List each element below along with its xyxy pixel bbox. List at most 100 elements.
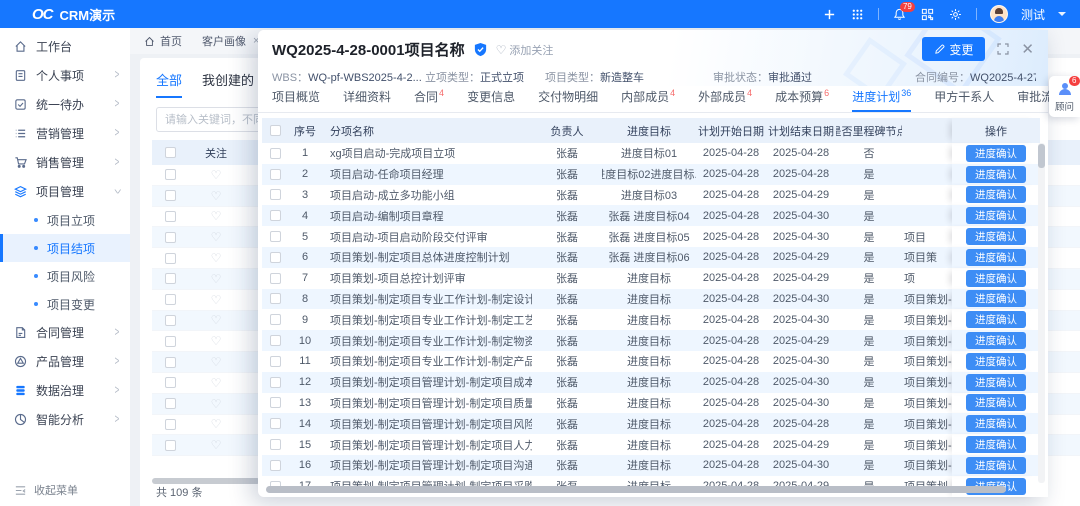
tab-external-members[interactable]: 外部成员4 — [698, 88, 752, 112]
filter-tab-all[interactable]: 全部 — [156, 70, 182, 98]
sidebar-item-project-risk[interactable]: 项目风险 — [0, 262, 130, 290]
row-checkbox[interactable] — [270, 377, 281, 388]
row-checkbox[interactable] — [270, 460, 281, 471]
row-checkbox[interactable] — [270, 335, 281, 346]
page-tab-customer-profile[interactable]: 客户画像× — [202, 33, 259, 49]
favorite-heart-icon[interactable]: ♡ — [188, 189, 244, 203]
apps-grid-icon[interactable] — [850, 7, 865, 22]
row-checkbox[interactable] — [165, 377, 176, 388]
sidebar-item-product-mgmt[interactable]: 产品管理> — [0, 347, 130, 376]
progress-confirm-button[interactable]: 进度确认 — [966, 457, 1026, 474]
favorite-heart-icon[interactable]: ♡ — [188, 168, 244, 182]
progress-confirm-button[interactable]: 进度确认 — [966, 207, 1026, 224]
progress-confirm-button[interactable]: 进度确认 — [966, 415, 1026, 432]
row-checkbox[interactable] — [270, 418, 281, 429]
row-checkbox[interactable] — [165, 357, 176, 368]
select-all-checkbox[interactable] — [165, 147, 176, 158]
vertical-scrollbar-track[interactable] — [1038, 143, 1045, 483]
close-icon[interactable]: ✕ — [1021, 42, 1034, 57]
row-checkbox[interactable] — [270, 356, 281, 367]
row-checkbox[interactable] — [270, 397, 281, 408]
favorite-heart-icon[interactable]: ♡ — [188, 209, 244, 223]
row-checkbox[interactable] — [165, 398, 176, 409]
row-checkbox[interactable] — [270, 231, 281, 242]
progress-confirm-button[interactable]: 进度确认 — [966, 270, 1026, 287]
user-avatar[interactable] — [990, 5, 1008, 23]
row-checkbox[interactable] — [165, 232, 176, 243]
qr-layout-icon[interactable] — [920, 7, 935, 22]
tab-schedule-plan[interactable]: 进度计划36 — [852, 88, 911, 112]
sidebar-item-project-change[interactable]: 项目变更 — [0, 290, 130, 318]
favorite-heart-icon[interactable]: ♡ — [188, 397, 244, 411]
row-checkbox[interactable] — [165, 294, 176, 305]
row-checkbox[interactable] — [270, 148, 281, 159]
sidebar-item-project-mgmt[interactable]: 项目管理> — [0, 177, 130, 206]
row-checkbox[interactable] — [165, 190, 176, 201]
user-name[interactable]: 测试 — [1021, 6, 1045, 23]
progress-confirm-button[interactable]: 进度确认 — [966, 394, 1026, 411]
progress-confirm-button[interactable]: 进度确认 — [966, 353, 1026, 370]
tab-stakeholders[interactable]: 甲方干系人 — [934, 88, 994, 112]
chevron-down-icon[interactable] — [1058, 12, 1066, 16]
favorite-heart-icon[interactable]: ♡ — [188, 438, 244, 452]
progress-confirm-button[interactable]: 进度确认 — [966, 249, 1026, 266]
tab-deliverables[interactable]: 交付物明细 — [538, 88, 598, 112]
progress-confirm-button[interactable]: 进度确认 — [966, 311, 1026, 328]
add-icon[interactable] — [822, 7, 837, 22]
progress-confirm-button[interactable]: 进度确认 — [966, 145, 1026, 162]
tab-internal-members[interactable]: 内部成员4 — [621, 88, 675, 112]
row-checkbox[interactable] — [270, 439, 281, 450]
row-checkbox[interactable] — [270, 210, 281, 221]
select-all-checkbox[interactable] — [270, 125, 281, 136]
tab-cost-budget[interactable]: 成本预算6 — [775, 88, 829, 112]
add-follow-button[interactable]: ♡ 添加关注 — [496, 42, 554, 58]
tab-contract[interactable]: 合同4 — [414, 88, 444, 112]
sidebar-item-contract-mgmt[interactable]: 合同管理> — [0, 318, 130, 347]
progress-confirm-button[interactable]: 进度确认 — [966, 228, 1026, 245]
sidebar-item-data-governance[interactable]: 数据治理> — [0, 376, 130, 405]
sidebar-item-marketing-mgmt[interactable]: 营销管理> — [0, 119, 130, 148]
tab-details[interactable]: 详细资料 — [343, 88, 391, 112]
horizontal-scrollbar-thumb[interactable] — [266, 486, 1006, 493]
sidebar-item-smart-analysis[interactable]: 智能分析> — [0, 405, 130, 434]
row-checkbox[interactable] — [165, 273, 176, 284]
fullscreen-icon[interactable] — [997, 43, 1009, 55]
change-button[interactable]: 变更 — [922, 37, 985, 61]
tab-overview[interactable]: 项目概览 — [272, 88, 320, 112]
favorite-heart-icon[interactable]: ♡ — [188, 355, 244, 369]
favorite-heart-icon[interactable]: ♡ — [188, 313, 244, 327]
row-checkbox[interactable] — [270, 252, 281, 263]
favorite-heart-icon[interactable]: ♡ — [188, 334, 244, 348]
row-checkbox[interactable] — [165, 253, 176, 264]
row-checkbox[interactable] — [270, 169, 281, 180]
progress-confirm-button[interactable]: 进度确认 — [966, 436, 1026, 453]
sidebar-item-project-closing[interactable]: 项目结项 — [0, 234, 130, 262]
favorite-heart-icon[interactable]: ♡ — [188, 230, 244, 244]
favorite-heart-icon[interactable]: ♡ — [188, 376, 244, 390]
row-checkbox[interactable] — [165, 315, 176, 326]
collapse-menu-button[interactable]: 收起菜单 — [14, 482, 78, 498]
filter-tab-created-by-me[interactable]: 我创建的 — [202, 70, 254, 98]
row-checkbox[interactable] — [165, 336, 176, 347]
sidebar-item-unified-todo[interactable]: 统一待办> — [0, 90, 130, 119]
row-checkbox[interactable] — [270, 314, 281, 325]
page-tab-home[interactable]: 首页 — [144, 33, 182, 49]
favorite-heart-icon[interactable]: ♡ — [188, 251, 244, 265]
vertical-scrollbar-thumb[interactable] — [1038, 144, 1045, 168]
progress-confirm-button[interactable]: 进度确认 — [966, 290, 1026, 307]
row-checkbox[interactable] — [165, 419, 176, 430]
favorite-heart-icon[interactable]: ♡ — [188, 417, 244, 431]
row-checkbox[interactable] — [165, 211, 176, 222]
row-checkbox[interactable] — [270, 189, 281, 200]
sidebar-item-sales-mgmt[interactable]: 销售管理> — [0, 148, 130, 177]
sidebar-item-workbench[interactable]: 工作台 — [0, 32, 130, 61]
row-checkbox[interactable] — [165, 169, 176, 180]
favorite-heart-icon[interactable]: ♡ — [188, 293, 244, 307]
advisor-widget[interactable]: 6 顾问 — [1049, 76, 1080, 117]
settings-gear-icon[interactable] — [948, 7, 963, 22]
sidebar-item-project-initiation[interactable]: 项目立项 — [0, 206, 130, 234]
row-checkbox[interactable] — [270, 293, 281, 304]
progress-confirm-button[interactable]: 进度确认 — [966, 186, 1026, 203]
progress-confirm-button[interactable]: 进度确认 — [966, 166, 1026, 183]
row-checkbox[interactable] — [165, 440, 176, 451]
